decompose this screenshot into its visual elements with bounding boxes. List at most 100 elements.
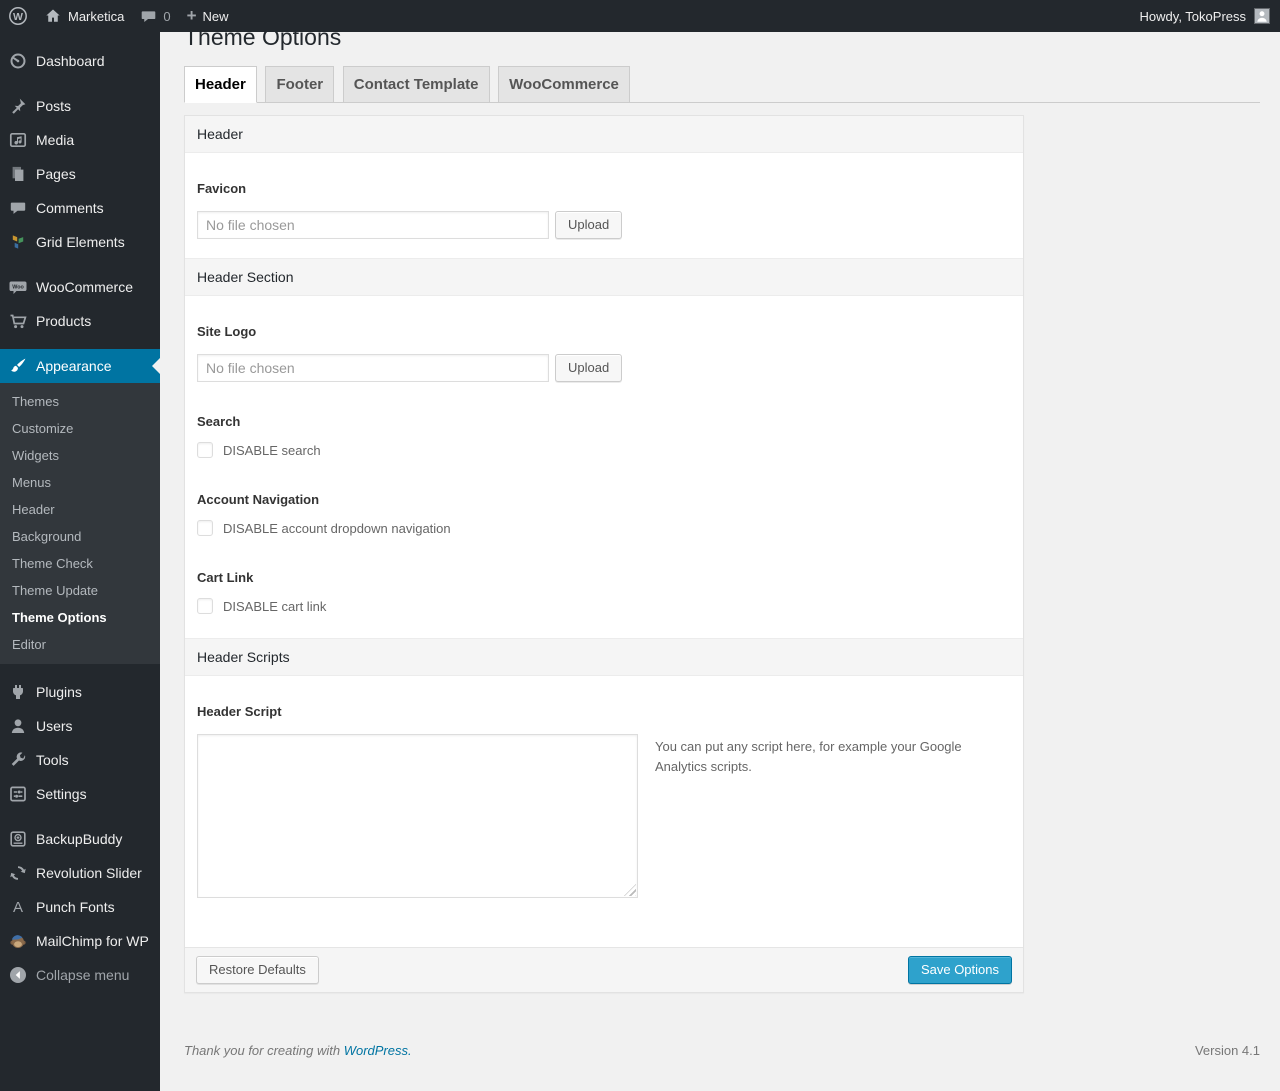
restore-defaults-button[interactable]: Restore Defaults [196, 956, 319, 984]
appearance-submenu: Themes Customize Widgets Menus Header Ba… [0, 383, 160, 664]
new-content-menu[interactable]: + New [179, 0, 237, 32]
sidebar-item-appearance[interactable]: Appearance [0, 349, 160, 383]
page-footer: Thank you for creating with WordPress. V… [184, 1043, 1260, 1058]
favicon-file-input[interactable] [197, 211, 549, 239]
sidebar-item-pages[interactable]: Pages [0, 157, 160, 191]
submenu-item-theme-options[interactable]: Theme Options [0, 604, 160, 631]
submenu-item-themes[interactable]: Themes [0, 388, 160, 415]
submenu-item-editor[interactable]: Editor [0, 631, 160, 658]
pages-icon [8, 164, 28, 184]
sidebar-item-dashboard[interactable]: Dashboard [0, 44, 160, 78]
collapse-menu-button[interactable]: Collapse menu [0, 958, 160, 992]
sidebar-item-label: Settings [36, 786, 87, 802]
mailchimp-icon [8, 931, 28, 951]
disable-search-label: DISABLE search [223, 442, 321, 458]
disable-cart-link-checkbox[interactable] [197, 598, 213, 614]
sidebar-item-users[interactable]: Users [0, 709, 160, 743]
sidebar-item-mailchimp[interactable]: MailChimp for WP [0, 924, 160, 958]
sidebar-item-label: Users [36, 718, 73, 734]
admin-bar: W Marketica 0 + New Howdy, TokoPress [0, 0, 1280, 32]
submenu-item-widgets[interactable]: Widgets [0, 442, 160, 469]
sidebar-item-comments[interactable]: Comments [0, 191, 160, 225]
sidebar-item-label: BackupBuddy [36, 831, 123, 847]
disable-account-nav-checkbox[interactable] [197, 520, 213, 536]
favicon-row: Upload [197, 211, 1011, 258]
plugin-icon [8, 682, 28, 702]
header-script-textarea-wrap [197, 734, 638, 898]
tab-woocommerce[interactable]: WooCommerce [498, 66, 630, 102]
cart-link-label: Cart Link [197, 570, 254, 585]
submenu-item-theme-update[interactable]: Theme Update [0, 577, 160, 604]
media-icon [8, 130, 28, 150]
site-name-menu[interactable]: Marketica [36, 0, 132, 32]
sidebar-item-label: Appearance [36, 358, 112, 374]
submenu-item-theme-check[interactable]: Theme Check [0, 550, 160, 577]
comment-bubble-icon [140, 8, 157, 25]
submenu-item-menus[interactable]: Menus [0, 469, 160, 496]
account-menu[interactable]: Howdy, TokoPress [1138, 0, 1272, 32]
header-script-row: You can put any script here, for example… [197, 734, 1011, 947]
tab-contact-template[interactable]: Contact Template [342, 66, 490, 102]
section-title-header-scripts: Header Scripts [185, 638, 1023, 676]
sidebar-item-punch-fonts[interactable]: A Punch Fonts [0, 890, 160, 924]
sidebar-item-label: Tools [36, 752, 69, 768]
comments-menu[interactable]: 0 [132, 0, 178, 32]
wordpress-link[interactable]: WordPress. [344, 1043, 412, 1058]
section-title-header: Header [185, 116, 1023, 153]
avatar [1254, 8, 1270, 24]
submenu-item-header[interactable]: Header [0, 496, 160, 523]
header-script-textarea[interactable] [197, 734, 638, 898]
site-logo-file-input[interactable] [197, 354, 549, 382]
menu-separator [0, 338, 160, 349]
sidebar-item-backupbuddy[interactable]: BackupBuddy [0, 822, 160, 856]
svg-text:W: W [13, 11, 23, 23]
wp-logo-menu[interactable]: W [0, 0, 36, 32]
submenu-item-background[interactable]: Background [0, 523, 160, 550]
disable-search-checkbox[interactable] [197, 442, 213, 458]
sidebar-item-grid-elements[interactable]: Grid Elements [0, 225, 160, 259]
sidebar-item-woocommerce[interactable]: Woo WooCommerce [0, 270, 160, 304]
sidebar-item-media[interactable]: Media [0, 123, 160, 157]
menu-separator [0, 664, 160, 675]
collapse-icon [8, 965, 28, 985]
sidebar-item-plugins[interactable]: Plugins [0, 675, 160, 709]
disable-account-nav-label: DISABLE account dropdown navigation [223, 520, 451, 536]
plus-icon: + [186, 5, 197, 25]
account-navigation-checkbox-row: DISABLE account dropdown navigation [197, 520, 1011, 540]
sidebar-item-label: Comments [36, 200, 104, 216]
submenu-item-customize[interactable]: Customize [0, 415, 160, 442]
section-body-header: Favicon Upload [185, 153, 1023, 258]
sidebar-item-settings[interactable]: Settings [0, 777, 160, 811]
sidebar-item-label: MailChimp for WP [36, 933, 149, 949]
sidebar-item-tools[interactable]: Tools [0, 743, 160, 777]
sidebar-item-revolution-slider[interactable]: Revolution Slider [0, 856, 160, 890]
footer-version: Version 4.1 [1194, 1043, 1260, 1058]
paintbrush-icon [8, 356, 28, 376]
tab-footer[interactable]: Footer [265, 66, 335, 102]
site-logo-upload-button[interactable]: Upload [555, 354, 623, 382]
section-body-header-scripts: Header Script You can put any script her… [185, 676, 1023, 947]
favicon-upload-button[interactable]: Upload [555, 211, 623, 239]
sidebar-item-label: Revolution Slider [36, 865, 142, 881]
sidebar-item-products[interactable]: Products [0, 304, 160, 338]
settings-icon [8, 784, 28, 804]
comment-icon [8, 198, 28, 218]
header-script-help-text: You can put any script here, for example… [655, 739, 962, 775]
tab-header[interactable]: Header [184, 66, 257, 103]
letter-a-icon: A [12, 898, 23, 916]
save-options-button[interactable]: Save Options [907, 956, 1012, 984]
sidebar-item-posts[interactable]: Posts [0, 89, 160, 123]
comment-count: 0 [163, 8, 171, 24]
header-script-label: Header Script [197, 704, 282, 719]
sidebar-item-label: Media [36, 132, 75, 148]
howdy-label: Howdy, TokoPress [1139, 8, 1246, 24]
svg-text:Woo: Woo [12, 285, 24, 291]
menu-separator [0, 259, 160, 270]
sidebar-item-label: Plugins [36, 684, 82, 700]
sidebar-item-label: Pages [36, 166, 76, 182]
site-logo-row: Upload [197, 354, 1011, 401]
admin-bar-right: Howdy, TokoPress [1138, 0, 1280, 32]
main-content: Theme Options Header Footer Contact Temp… [160, 0, 1280, 1058]
search-checkbox-row: DISABLE search [197, 442, 1011, 462]
